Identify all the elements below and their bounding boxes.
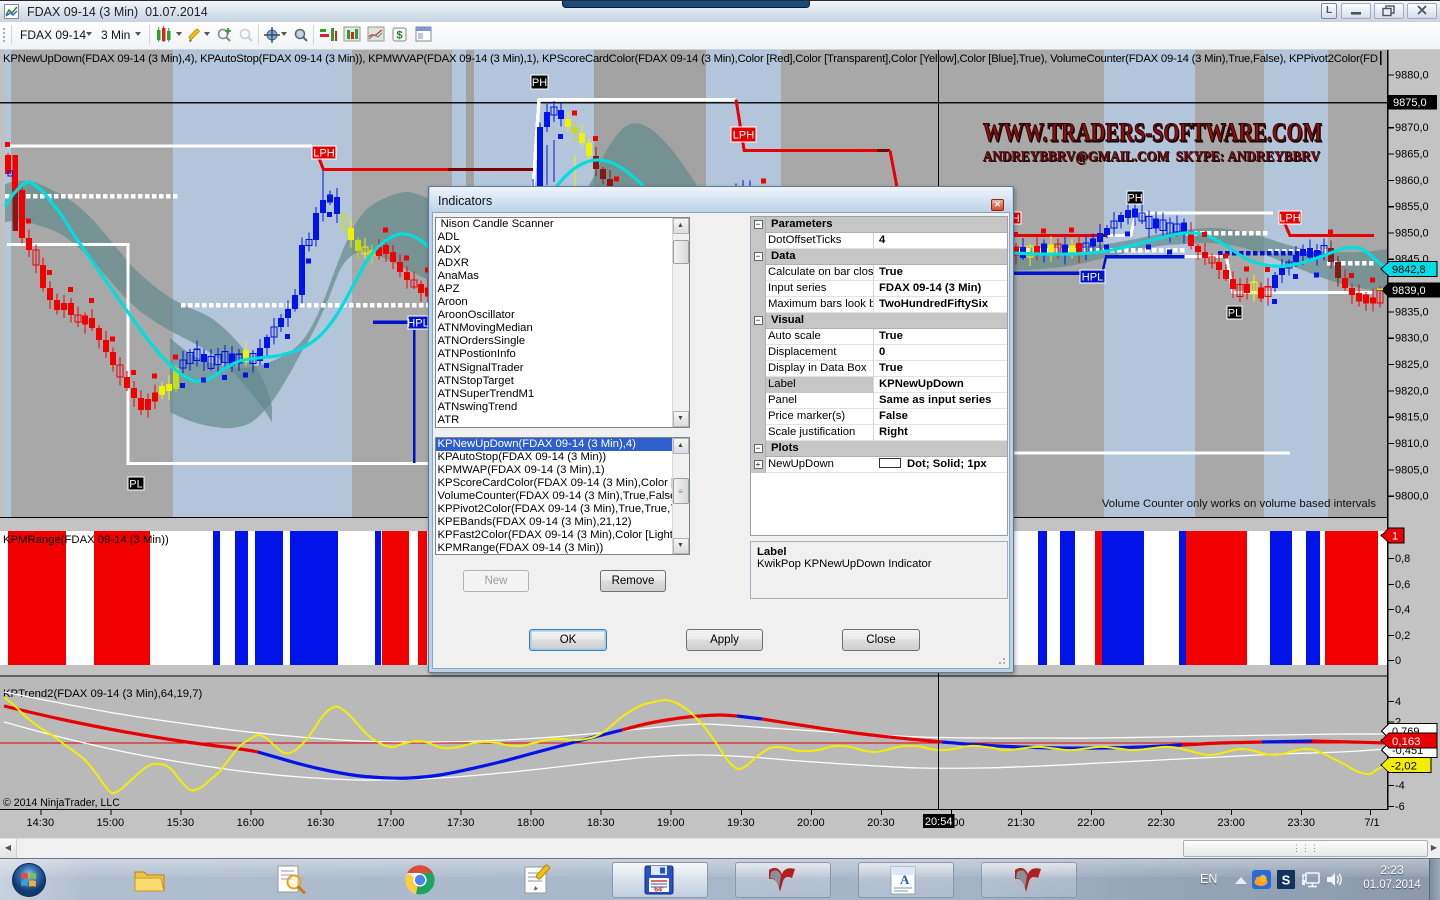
svg-text:PH: PH [1127,193,1142,205]
svg-text:18:00: 18:00 [517,817,545,829]
svg-text:9880,0: 9880,0 [1395,70,1429,82]
svg-text:9800,0: 9800,0 [1395,491,1429,503]
svg-text:Volume Counter only works on v: Volume Counter only works on volume base… [1102,498,1376,510]
svg-text:$: $ [396,30,402,42]
svg-text:KPNewUpDown(FDAX 09-14 (3 Min): KPNewUpDown(FDAX 09-14 (3 Min),4), KPAut… [3,53,1378,65]
svg-text:9815,0: 9815,0 [1395,412,1429,424]
svg-text:9855,0: 9855,0 [1395,201,1429,213]
svg-text:S: S [1282,873,1291,888]
svg-text:LPH: LPH [313,148,334,160]
svg-text:0,4: 0,4 [1395,604,1410,616]
svg-text:0,163: 0,163 [1392,736,1421,748]
svg-text:PL: PL [129,479,142,491]
svg-text:9810,0: 9810,0 [1395,438,1429,450]
svg-text:7/1: 7/1 [1364,817,1379,829]
svg-text:19:30: 19:30 [727,817,755,829]
svg-text:9825,0: 9825,0 [1395,359,1429,371]
svg-text:-4: -4 [1395,780,1405,792]
svg-text:KPMRange(FDAX 09-14 (3 Min)): KPMRange(FDAX 09-14 (3 Min)) [3,534,169,546]
svg-text:9805,0: 9805,0 [1395,464,1429,476]
svg-text:LPH: LPH [1279,213,1300,225]
svg-text:-2,02: -2,02 [1391,761,1417,773]
svg-text:4: 4 [1395,696,1401,708]
svg-text:PL: PL [1228,308,1241,320]
svg-text:16:00: 16:00 [237,817,265,829]
svg-text:15:00: 15:00 [97,817,125,829]
svg-text:PH: PH [532,77,547,89]
svg-text:9835,0: 9835,0 [1395,306,1429,318]
svg-text:9860,0: 9860,0 [1395,175,1429,187]
svg-text:17:00: 17:00 [377,817,405,829]
svg-text:22:30: 22:30 [1147,817,1175,829]
svg-text:64': 64' [654,887,664,894]
svg-text:© 2014 NinjaTrader, LLC: © 2014 NinjaTrader, LLC [3,797,120,809]
svg-text:0: 0 [1395,655,1401,667]
svg-text:23:30: 23:30 [1287,817,1315,829]
svg-text:ANDREYBBRV@GMAIL.COM SKYPE: A: ANDREYBBRV@GMAIL.COM SKYPE: ANDREYBBRV [983,149,1320,165]
svg-text:23:00: 23:00 [1217,817,1245,829]
svg-text:WWW.TRADERS-SOFTWARE.COM: WWW.TRADERS-SOFTWARE.COM [983,118,1322,147]
svg-text:21:30: 21:30 [1007,817,1035,829]
svg-text:9870,0: 9870,0 [1395,122,1429,134]
svg-text:LPH: LPH [733,130,754,142]
svg-text:A: A [900,872,910,887]
svg-text:1: 1 [1392,531,1398,543]
svg-text:9839,0: 9839,0 [1392,285,1426,297]
svg-text:22:00: 22:00 [1077,817,1105,829]
svg-text:0,6: 0,6 [1395,579,1410,591]
svg-text:0,2: 0,2 [1395,630,1410,642]
svg-text:14:30: 14:30 [27,817,55,829]
svg-text:15:30: 15:30 [167,817,195,829]
svg-text:HPL: HPL [407,318,428,330]
svg-text:20:54: 20:54 [925,816,953,828]
svg-text:-6: -6 [1395,801,1405,813]
svg-text:9865,0: 9865,0 [1395,149,1429,161]
svg-text:9842,8: 9842,8 [1392,264,1426,276]
svg-text:9820,0: 9820,0 [1395,385,1429,397]
svg-text:18:30: 18:30 [587,817,615,829]
svg-text:19:00: 19:00 [657,817,685,829]
svg-text:16:30: 16:30 [307,817,335,829]
svg-text:9830,0: 9830,0 [1395,333,1429,345]
svg-text:9850,0: 9850,0 [1395,227,1429,239]
svg-text:20:00: 20:00 [797,817,825,829]
svg-text:20:30: 20:30 [867,817,895,829]
svg-text:0,8: 0,8 [1395,553,1410,565]
svg-text:HPL: HPL [1082,272,1103,284]
svg-text:9875,0: 9875,0 [1393,97,1427,109]
svg-text:17:30: 17:30 [447,817,475,829]
